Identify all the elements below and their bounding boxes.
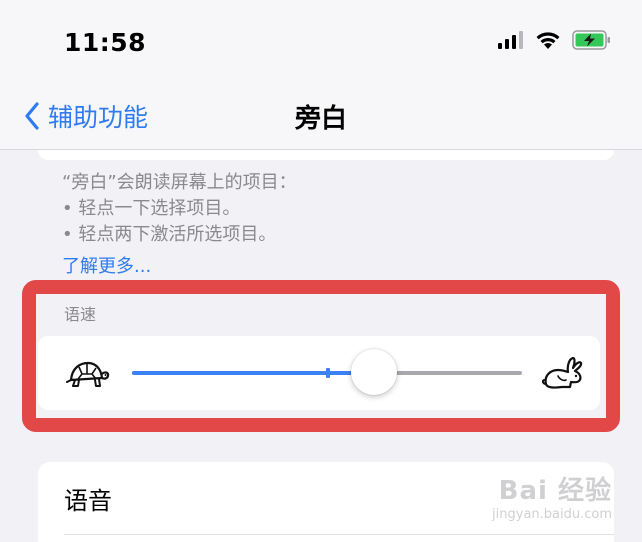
speaking-rate-label: 语速 <box>64 305 97 324</box>
watermark: Bai 经验 jingyan.baidu.com <box>492 470 612 522</box>
navigation-bar: 辅助功能 旁白 <box>0 86 642 150</box>
slider-fill <box>132 371 374 375</box>
wifi-icon <box>536 32 560 49</box>
page-title: 旁白 <box>294 104 347 134</box>
description-line: “旁白”会朗读屏幕上的项目： <box>62 172 297 193</box>
status-icons <box>498 30 612 50</box>
top-card-edge <box>38 150 614 160</box>
battery-charging-icon <box>572 30 610 50</box>
divider <box>64 534 614 535</box>
status-bar: 11:58 <box>0 0 642 86</box>
cellular-signal-icon <box>498 31 523 49</box>
watermark-logo: Bai 经验 <box>498 476 612 506</box>
status-time: 11:58 <box>64 28 147 57</box>
voice-label: 语音 <box>64 487 112 515</box>
slider-default-tick <box>326 368 330 378</box>
voiceover-description: “旁白”会朗读屏幕上的项目： • 轻点一下选择项目。 • 轻点两下激活所选项目。 <box>62 170 602 248</box>
speaking-rate-slider[interactable] <box>132 368 522 378</box>
turtle-icon <box>66 361 110 387</box>
watermark-url: jingyan.baidu.com <box>492 507 612 522</box>
learn-more-link[interactable]: 了解更多... <box>62 252 151 278</box>
description-line: • 轻点两下激活所选项目。 <box>62 224 277 245</box>
slider-thumb[interactable] <box>350 349 397 395</box>
description-line: • 轻点一下选择项目。 <box>62 198 241 219</box>
rabbit-icon <box>541 356 583 389</box>
